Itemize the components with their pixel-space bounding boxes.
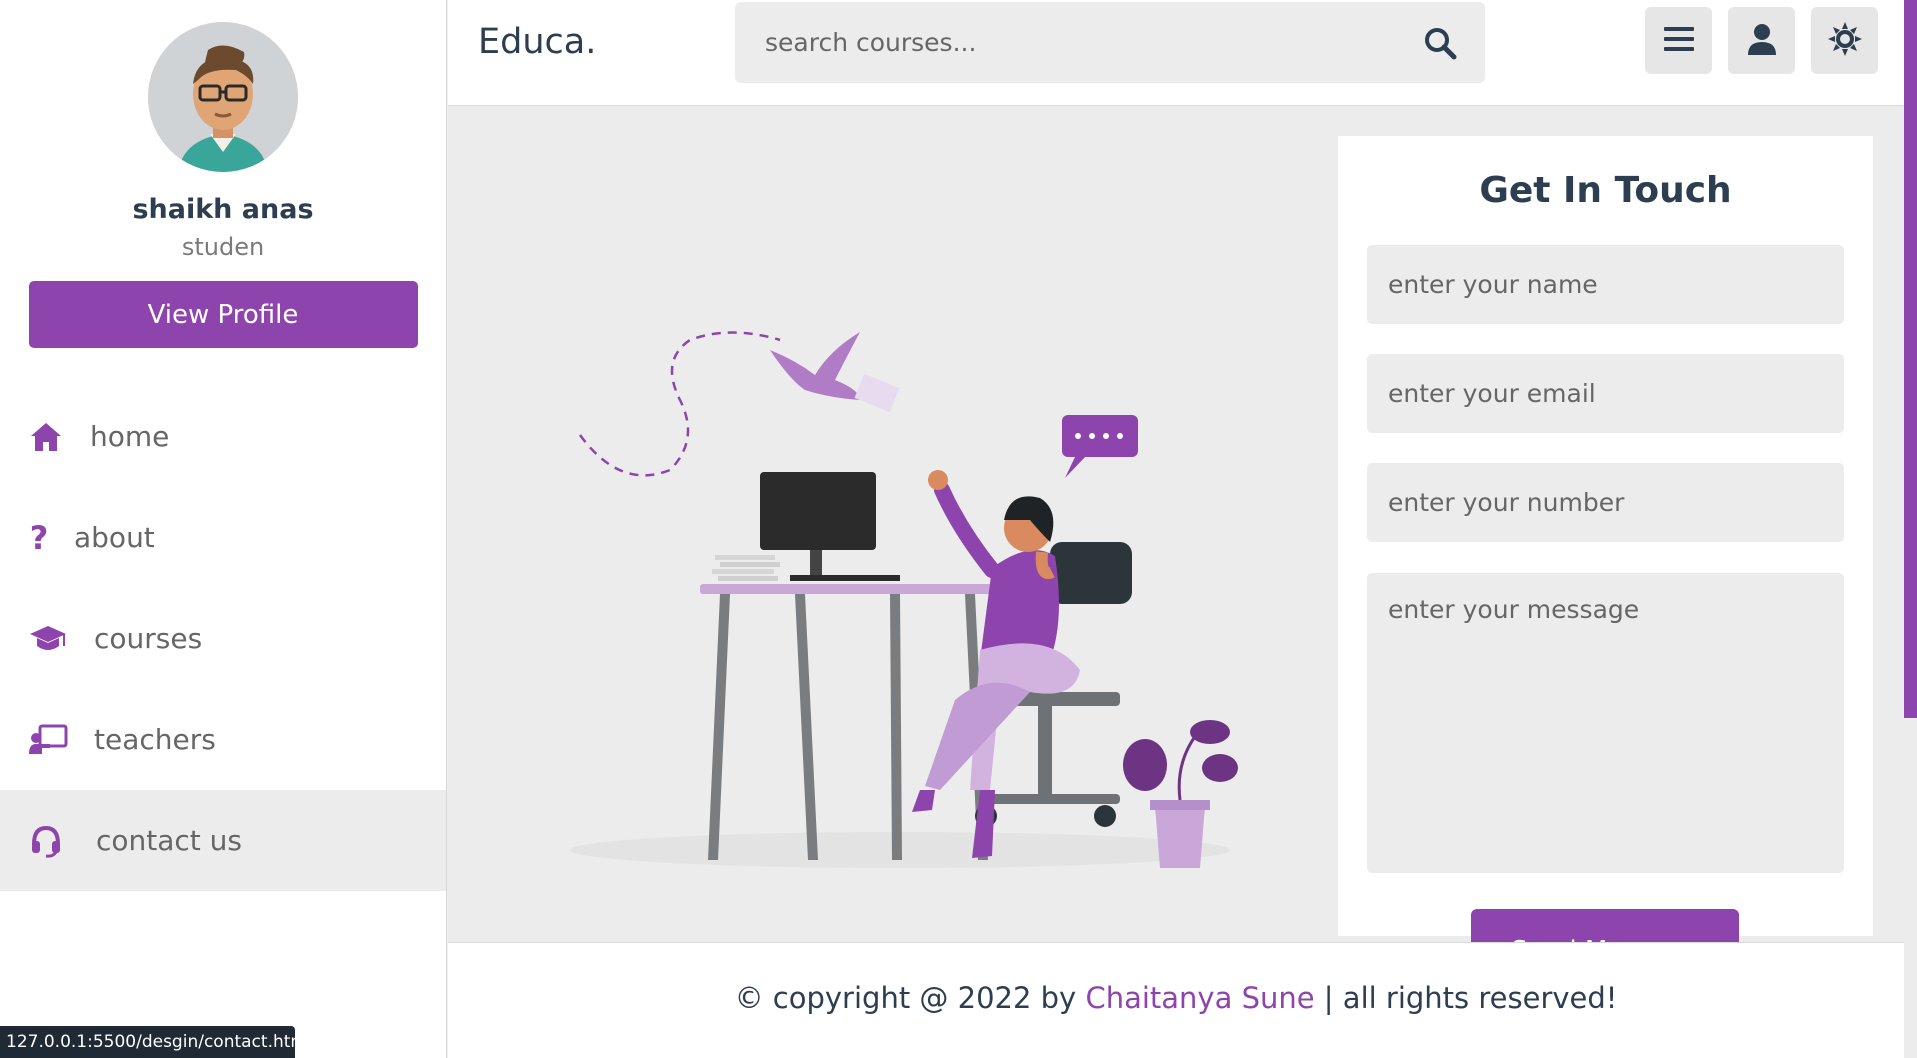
user-icon: [1747, 23, 1777, 59]
footer-copyright-suffix: | all rights reserved!: [1314, 981, 1618, 1015]
sidebar-item-home[interactable]: home: [0, 386, 446, 487]
search-icon[interactable]: [1423, 26, 1457, 60]
sidebar-item-contact-us[interactable]: contact us: [0, 790, 446, 891]
sidebar-item-label: courses: [94, 622, 203, 655]
email-field[interactable]: [1367, 354, 1844, 433]
profile-section: shaikh anas studen View Profile: [0, 0, 446, 348]
sidebar-item-about[interactable]: ? about: [0, 487, 446, 588]
headset-icon: [28, 823, 64, 859]
home-icon: [28, 419, 64, 455]
contact-form: Get In Touch Send Message: [1338, 136, 1873, 969]
user-button[interactable]: [1728, 7, 1795, 74]
name-field[interactable]: [1367, 245, 1844, 324]
contact-illustration: [560, 320, 1240, 880]
sidebar: shaikh anas studen View Profile home ? a…: [0, 0, 447, 1058]
graduation-cap-icon: [28, 621, 68, 657]
message-field[interactable]: [1367, 573, 1844, 873]
menu-button[interactable]: [1645, 7, 1712, 74]
sidebar-item-label: about: [74, 521, 155, 554]
theme-toggle-button[interactable]: [1811, 7, 1878, 74]
number-field[interactable]: [1367, 463, 1844, 542]
status-url: 127.0.0.1:5500/desgin/contact.html: [0, 1026, 312, 1058]
footer-copyright-prefix: © copyright @ 2022 by: [734, 981, 1086, 1015]
profile-name: shaikh anas: [132, 194, 314, 225]
sidebar-item-label: home: [90, 420, 170, 453]
logo[interactable]: Educa.: [478, 22, 596, 62]
footer-author-link[interactable]: Chaitanya Sune: [1085, 981, 1314, 1015]
sidebar-item-label: teachers: [94, 723, 216, 756]
sidebar-item-teachers[interactable]: teachers: [0, 689, 446, 790]
question-icon: ?: [29, 518, 49, 557]
chalkboard-teacher-icon: [28, 722, 68, 758]
sidebar-nav: home ? about courses teachers contact us: [0, 386, 446, 891]
contact-title: Get In Touch: [1479, 170, 1732, 211]
scrollbar-thumb[interactable]: [1904, 0, 1917, 718]
sun-icon: [1827, 21, 1862, 60]
sidebar-item-label: contact us: [96, 824, 243, 857]
header: Educa.: [448, 0, 1904, 106]
profile-role: studen: [181, 233, 265, 261]
footer: © copyright @ 2022 by Chaitanya Sune | a…: [448, 942, 1904, 1058]
menu-icon: [1663, 26, 1694, 56]
search-input[interactable]: [735, 2, 1415, 83]
avatar: [148, 22, 298, 172]
sidebar-item-courses[interactable]: courses: [0, 588, 446, 689]
search-bar: [735, 2, 1485, 83]
view-profile-button[interactable]: View Profile: [28, 281, 418, 348]
